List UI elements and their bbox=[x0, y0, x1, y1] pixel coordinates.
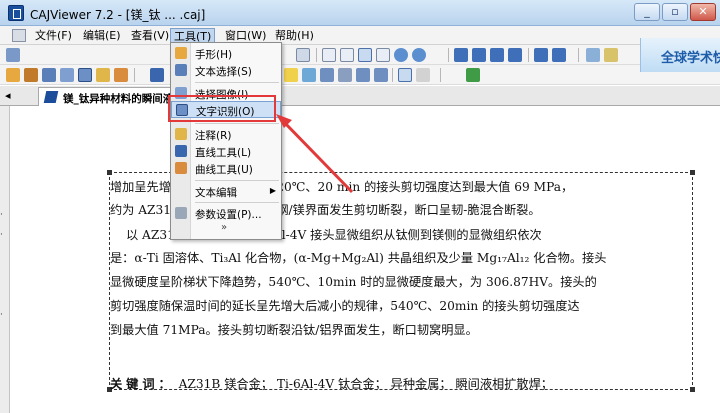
annotation-arrow bbox=[276, 114, 354, 194]
